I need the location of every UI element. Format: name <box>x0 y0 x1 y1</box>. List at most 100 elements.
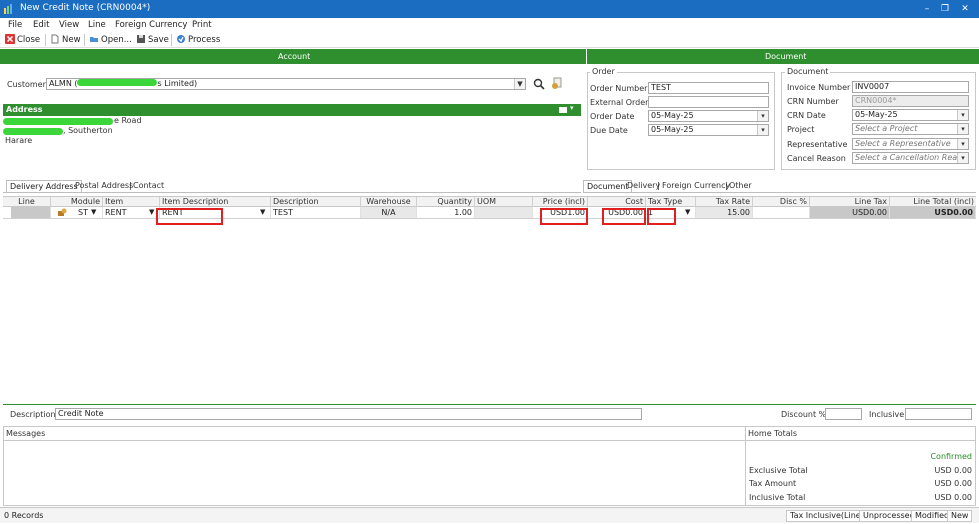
stock-item-icon <box>58 208 67 216</box>
discount-input[interactable] <box>825 408 862 420</box>
customer-details-icon[interactable] <box>551 77 563 90</box>
menu-line[interactable]: Line <box>88 20 106 30</box>
cell-line-tax[interactable]: USD0.00 <box>810 207 890 218</box>
search-icon[interactable] <box>533 78 545 90</box>
column-header-module[interactable]: Module <box>51 197 103 207</box>
menu-edit[interactable]: Edit <box>33 20 49 30</box>
customer-select[interactable]: ALMN (s Limited) ▼ <box>46 78 526 90</box>
tab-contact[interactable]: Contact <box>130 180 167 192</box>
open-button[interactable]: Open... <box>89 34 132 46</box>
new-button[interactable]: New <box>50 34 81 46</box>
external-order-label: External Order <box>590 98 649 107</box>
inclusive-input[interactable] <box>905 408 972 420</box>
order-date-input[interactable]: 05-May-25 ▾ <box>648 110 769 122</box>
chevron-down-icon[interactable]: ▾ <box>957 110 968 120</box>
chevron-down-icon[interactable]: ▼ <box>91 207 96 218</box>
representative-select[interactable]: Select a Representative ▾ <box>852 138 969 150</box>
order-number-input[interactable]: TEST <box>648 82 769 94</box>
exclusive-total-value: USD 0.00 <box>934 466 972 475</box>
cell-line-total[interactable]: USD0.00 <box>890 207 976 218</box>
cancel-reason-select[interactable]: Select a Cancellation Reason ▾ <box>852 152 969 164</box>
cell-disc[interactable] <box>753 207 810 218</box>
order-number-label: Order Number <box>590 84 648 93</box>
column-header-line[interactable]: Line <box>3 197 51 207</box>
column-header-line-total[interactable]: Line Total (incl) <box>890 197 976 207</box>
chevron-down-icon[interactable]: ▾ <box>757 125 768 135</box>
menu-foreign-currency[interactable]: Foreign Currency <box>115 20 187 30</box>
messages-panel[interactable]: Messages <box>3 426 746 506</box>
chevron-down-icon[interactable]: ▾ <box>757 111 768 121</box>
home-totals-panel: Home Totals Confirmed Exclusive Total US… <box>746 426 976 506</box>
chevron-down-icon[interactable]: ▼ <box>149 207 154 218</box>
totals-divider <box>746 440 975 441</box>
chevron-down-icon[interactable]: ▼ <box>685 207 690 218</box>
table-row[interactable]: ST ▼ RENT ▼ RENT ▼ TEST N/A 1.00 USD1.00… <box>3 207 976 219</box>
chevron-down-icon[interactable]: ▾ <box>570 104 574 112</box>
highlight-box-item-description <box>156 208 223 225</box>
column-header-tax-type[interactable]: Tax Type <box>646 197 696 207</box>
process-button[interactable]: Process <box>176 34 220 46</box>
column-header-uom[interactable]: UOM <box>475 197 533 207</box>
cancel-reason-label: Cancel Reason <box>787 154 846 163</box>
chevron-down-icon[interactable]: ▼ <box>260 207 265 218</box>
column-header-description[interactable]: Description <box>271 197 361 207</box>
chevron-down-icon[interactable]: ▾ <box>957 124 968 134</box>
menu-file[interactable]: File <box>8 20 22 30</box>
minimize-button[interactable]: – <box>918 2 936 16</box>
project-placeholder: Select a Project <box>855 124 918 133</box>
app-icon <box>4 4 12 14</box>
external-order-input[interactable] <box>648 96 769 108</box>
column-header-warehouse[interactable]: Warehouse <box>361 197 417 207</box>
grid-icon[interactable] <box>559 107 567 113</box>
customer-name-suffix: s Limited) <box>157 79 198 88</box>
toolbar-divider <box>84 34 85 46</box>
column-header-tax-rate[interactable]: Tax Rate <box>696 197 753 207</box>
highlight-box-tax-type <box>647 208 676 225</box>
chevron-down-icon[interactable]: ▼ <box>514 79 525 89</box>
column-header-line-tax[interactable]: Line Tax <box>810 197 890 207</box>
column-header-item-description[interactable]: Item Description <box>160 197 271 207</box>
cell-uom[interactable] <box>475 207 533 218</box>
tab-delivery-address[interactable]: Delivery Address <box>6 180 82 192</box>
redacted-text <box>3 128 63 135</box>
menu-view[interactable]: View <box>59 20 79 30</box>
column-header-quantity[interactable]: Quantity <box>417 197 475 207</box>
chevron-down-icon[interactable]: ▾ <box>957 139 968 149</box>
close-button[interactable]: Close <box>5 34 40 46</box>
restore-button[interactable]: ❐ <box>936 2 954 16</box>
messages-divider <box>4 440 745 441</box>
title-bar: New Credit Note (CRN0004*) – ❐ ✕ <box>0 0 979 18</box>
cell-description[interactable]: TEST <box>271 207 361 218</box>
new-button-label: New <box>62 35 81 45</box>
column-header-cost[interactable]: Cost <box>588 197 646 207</box>
tab-strip-line <box>583 192 976 193</box>
menu-print[interactable]: Print <box>192 20 212 30</box>
redacted-text <box>3 118 113 125</box>
cell-line[interactable] <box>11 207 51 218</box>
tab-other[interactable]: Other <box>726 180 755 192</box>
description-input[interactable]: Credit Note <box>55 408 642 420</box>
tab-postal-address[interactable]: Postal Address <box>72 180 136 192</box>
cell-quantity[interactable]: 1.00 <box>417 207 475 218</box>
column-header-price[interactable]: Price (incl) <box>533 197 588 207</box>
invoice-number-input[interactable]: INV0007 <box>852 81 969 93</box>
home-totals-label: Home Totals <box>748 429 798 438</box>
cell-warehouse[interactable]: N/A <box>361 207 417 218</box>
redacted-text <box>77 79 158 86</box>
project-select[interactable]: Select a Project ▾ <box>852 123 969 135</box>
invoice-number-label: Invoice Number <box>787 83 851 92</box>
due-date-input[interactable]: 05-May-25 ▾ <box>648 124 769 136</box>
crn-number-input: CRN0004* <box>852 95 969 107</box>
chevron-down-icon[interactable]: ▾ <box>957 153 968 163</box>
column-header-disc[interactable]: Disc % <box>753 197 810 207</box>
menu-bar: File Edit View Line Foreign Currency Pri… <box>0 18 979 32</box>
cell-module[interactable]: ST ▼ <box>51 207 103 218</box>
close-window-button[interactable]: ✕ <box>956 2 974 16</box>
description-label: Description <box>10 410 56 419</box>
tab-foreign-currency[interactable]: Foreign Currency <box>659 180 733 192</box>
cell-item[interactable]: RENT ▼ <box>103 207 160 218</box>
crn-date-input[interactable]: 05-May-25 ▾ <box>852 109 969 121</box>
cell-tax-rate[interactable]: 15.00 <box>696 207 753 218</box>
save-button[interactable]: Save <box>136 34 169 46</box>
column-header-item[interactable]: Item <box>103 197 160 207</box>
